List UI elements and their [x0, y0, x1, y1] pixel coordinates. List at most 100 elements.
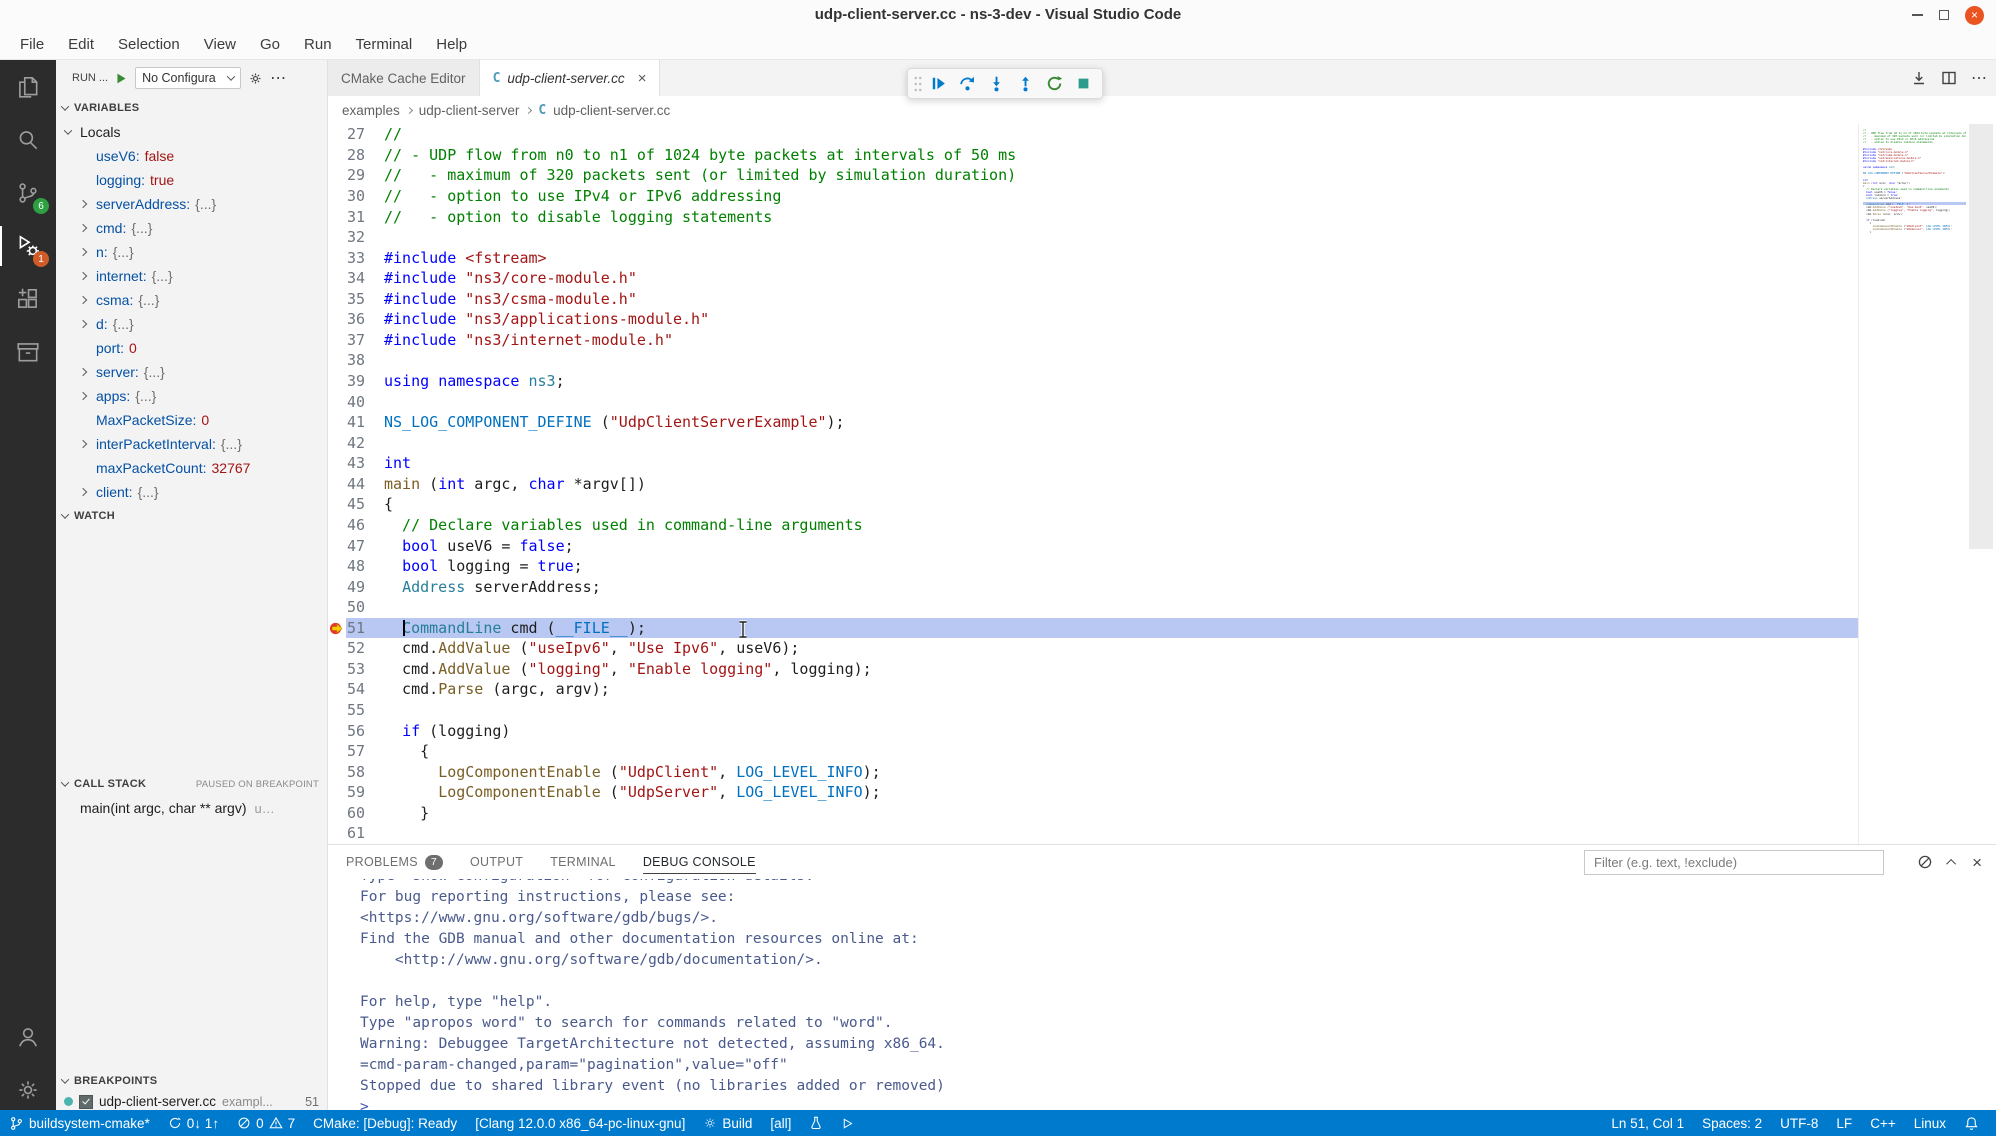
maximize-panel-icon[interactable]: [1946, 858, 1956, 868]
breadcrumb-item[interactable]: udp-client-server: [419, 103, 520, 118]
code-line[interactable]: 30// - option to use IPv4 or IPv6 addres…: [328, 186, 1858, 207]
explorer-icon[interactable]: [0, 65, 56, 109]
line-gutter[interactable]: [328, 741, 346, 762]
line-gutter[interactable]: [328, 556, 346, 577]
toolbar-drag-grip[interactable]: [913, 75, 923, 93]
code-line[interactable]: 49 Address serverAddress;: [328, 576, 1858, 597]
search-icon[interactable]: [0, 118, 56, 162]
code-line[interactable]: 38: [328, 350, 1858, 371]
debug-config-dropdown[interactable]: No Configura: [135, 67, 241, 89]
code-line[interactable]: 53 cmd.AddValue ("logging", "Enable logg…: [328, 659, 1858, 680]
code-line[interactable]: 43int: [328, 453, 1858, 474]
line-gutter[interactable]: [328, 803, 346, 824]
problems-status[interactable]: 0 7: [228, 1110, 304, 1136]
editor-tab[interactable]: CMake Cache Editor: [328, 60, 480, 96]
line-gutter[interactable]: [328, 494, 346, 515]
maximize-icon[interactable]: [1939, 10, 1949, 20]
variables-scope-locals[interactable]: Locals: [56, 120, 327, 144]
settings-gear-icon[interactable]: [0, 1068, 56, 1112]
step-into-button[interactable]: [983, 70, 1010, 97]
code-line[interactable]: 44main (int argc, char *argv[]): [328, 474, 1858, 495]
line-gutter[interactable]: [328, 371, 346, 392]
code-line[interactable]: 48 bool logging = true;: [328, 556, 1858, 577]
editor-more-actions-icon[interactable]: ⋯: [1971, 68, 1988, 88]
editor-tab[interactable]: Cudp-client-server.cc×: [480, 60, 661, 96]
code-line[interactable]: 36#include "ns3/applications-module.h": [328, 309, 1858, 330]
variable-row[interactable]: internet:{...}: [56, 264, 327, 288]
menu-selection[interactable]: Selection: [106, 30, 192, 60]
menu-file[interactable]: File: [8, 30, 56, 60]
cmake-build-button[interactable]: Build: [694, 1110, 761, 1136]
git-branch-status[interactable]: buildsystem-cmake*: [0, 1110, 159, 1136]
clear-console-icon[interactable]: [1917, 854, 1933, 870]
code-line[interactable]: 45{: [328, 494, 1858, 515]
code-line[interactable]: 32: [328, 227, 1858, 248]
notifications-bell[interactable]: [1955, 1110, 1988, 1136]
cmake-kit-status[interactable]: [Clang 12.0.0 x86_64-pc-linux-gnu]: [466, 1110, 694, 1136]
build-target[interactable]: [all]: [761, 1110, 800, 1136]
line-gutter[interactable]: [328, 474, 346, 495]
stack-frame-row[interactable]: main(int argc, char ** argv) u…: [56, 796, 327, 820]
variables-section-header[interactable]: VARIABLES: [56, 96, 327, 120]
account-icon[interactable]: [0, 1015, 56, 1059]
code-line[interactable]: 59 LogComponentEnable ("UdpServer", LOG_…: [328, 782, 1858, 803]
panel-tab-output[interactable]: OUTPUT: [470, 845, 523, 879]
breadcrumb-item[interactable]: examples: [342, 103, 400, 118]
call-stack-section-header[interactable]: CALL STACK PAUSED ON BREAKPOINT: [56, 772, 327, 796]
code-line[interactable]: 37#include "ns3/internet-module.h": [328, 330, 1858, 351]
code-line[interactable]: 61: [328, 823, 1858, 844]
menu-help[interactable]: Help: [424, 30, 479, 60]
breakpoint-row[interactable]: udp-client-server.cc exampl... 51: [56, 1093, 327, 1110]
line-gutter[interactable]: [328, 700, 346, 721]
encoding-status[interactable]: UTF-8: [1771, 1110, 1827, 1136]
menu-go[interactable]: Go: [248, 30, 292, 60]
extensions-icon[interactable]: [0, 277, 56, 321]
source-control-icon[interactable]: 6: [0, 171, 56, 215]
line-gutter[interactable]: [328, 268, 346, 289]
code-line[interactable]: 34#include "ns3/core-module.h": [328, 268, 1858, 289]
breadcrumb-item[interactable]: udp-client-server.cc: [553, 103, 670, 118]
close-icon[interactable]: ×: [1965, 6, 1984, 25]
code-line[interactable]: 31// - option to disable logging stateme…: [328, 206, 1858, 227]
code-line[interactable]: 39using namespace ns3;: [328, 371, 1858, 392]
minimize-icon[interactable]: [1912, 14, 1923, 16]
debug-console-output[interactable]: Type "show configuration" for configurat…: [328, 879, 1996, 1110]
language-mode[interactable]: C++: [1861, 1110, 1905, 1136]
archive-box-icon[interactable]: [0, 330, 56, 374]
line-gutter[interactable]: [328, 186, 346, 207]
launch-button[interactable]: [832, 1110, 863, 1136]
variable-row[interactable]: apps:{...}: [56, 384, 327, 408]
code-line[interactable]: 46 // Declare variables used in command-…: [328, 515, 1858, 536]
restart-button[interactable]: [1041, 70, 1068, 97]
code-line[interactable]: 50: [328, 597, 1858, 618]
indentation-status[interactable]: Spaces: 2: [1693, 1110, 1771, 1136]
code-line[interactable]: 28// - UDP flow from n0 to n1 of 1024 by…: [328, 145, 1858, 166]
line-gutter[interactable]: [328, 165, 346, 186]
panel-tab-debug-console[interactable]: DEBUG CONSOLE: [643, 845, 756, 879]
line-gutter[interactable]: [328, 309, 346, 330]
code-line[interactable]: 29// - maximum of 320 packets sent (or l…: [328, 165, 1858, 186]
start-debug-icon[interactable]: [115, 72, 128, 85]
code-line[interactable]: 60 }: [328, 803, 1858, 824]
variable-row[interactable]: n:{...}: [56, 240, 327, 264]
line-gutter[interactable]: [328, 227, 346, 248]
menu-terminal[interactable]: Terminal: [344, 30, 425, 60]
variable-row[interactable]: csma:{...}: [56, 288, 327, 312]
variable-row[interactable]: MaxPacketSize:0: [56, 408, 327, 432]
sync-status[interactable]: 0↓ 1↑: [159, 1110, 228, 1136]
close-panel-icon[interactable]: ×: [1972, 854, 1982, 871]
open-changes-icon[interactable]: [1911, 70, 1927, 86]
ctest-button[interactable]: [800, 1110, 832, 1136]
code-line[interactable]: 47 bool useV6 = false;: [328, 535, 1858, 556]
variable-row[interactable]: maxPacketCount:32767: [56, 456, 327, 480]
line-gutter[interactable]: [328, 206, 346, 227]
cmake-status[interactable]: CMake: [Debug]: Ready: [304, 1110, 466, 1136]
close-tab-icon[interactable]: ×: [638, 70, 647, 87]
variable-row[interactable]: serverAddress:{...}: [56, 192, 327, 216]
menu-edit[interactable]: Edit: [56, 30, 106, 60]
step-over-button[interactable]: [954, 70, 981, 97]
stop-button[interactable]: [1070, 70, 1097, 97]
line-gutter[interactable]: [328, 659, 346, 680]
line-gutter[interactable]: [328, 412, 346, 433]
code-line[interactable]: 27//: [328, 124, 1858, 145]
